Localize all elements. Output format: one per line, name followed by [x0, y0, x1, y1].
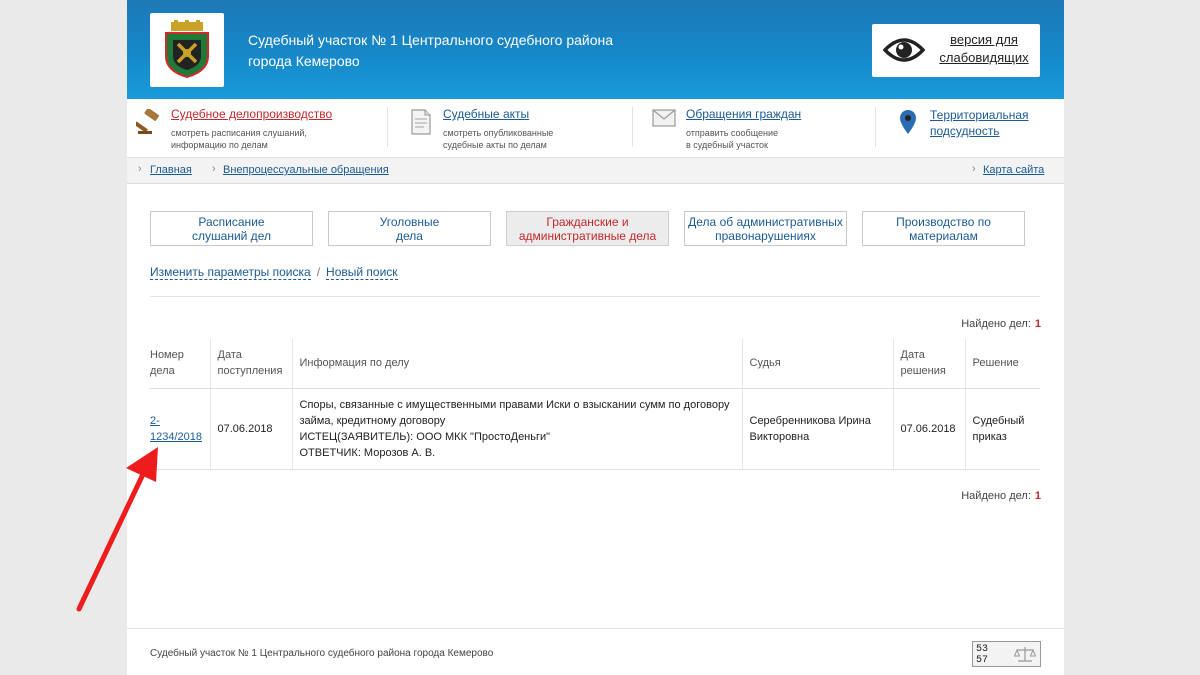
coat-of-arms-logo[interactable] [150, 13, 224, 87]
scales-icon [1014, 647, 1036, 662]
tab-hearing-schedule[interactable]: Расписание слушаний дел [150, 211, 313, 246]
low-vision-version-button[interactable]: версия для слабовидящих [872, 24, 1040, 77]
nav-divider [875, 107, 876, 147]
visit-counter-badge[interactable]: 53 57 [972, 641, 1041, 667]
case-receipt-date: 07.06.2018 [209, 388, 292, 470]
nav-title-court-acts[interactable]: Судебные акты [443, 107, 529, 121]
site-title: Судебный участок № 1 Центрального судебн… [248, 30, 613, 72]
eye-icon [883, 38, 925, 62]
case-number-part: 1234/2018 [150, 430, 202, 443]
header-text: Дата [900, 349, 925, 362]
tab-materials-proceedings[interactable]: Производство по материалам [862, 211, 1025, 246]
found-label: Найдено дел: [961, 318, 1031, 330]
case-decision-date: 07.06.2018 [892, 388, 965, 470]
found-count-bottom: Найдено дел: 1 [961, 490, 1041, 502]
col-header-receipt-date[interactable]: Дата поступления [209, 339, 292, 389]
breadcrumb-current-link[interactable]: Внепроцессуальные обращения [223, 164, 389, 176]
col-header-judge[interactable]: Судья [741, 339, 893, 389]
site-header: Судебный участок № 1 Центрального судебн… [127, 0, 1064, 99]
found-label: Найдено дел: [961, 490, 1031, 502]
breadcrumb-home-link[interactable]: Главная [150, 164, 192, 176]
divider [150, 296, 1040, 297]
case-number-part: 2- [150, 414, 160, 427]
search-links: Изменить параметры поиска / Новый поиск [150, 265, 398, 280]
tab-label-line: административные дела [518, 228, 657, 243]
nav-divider [387, 107, 388, 147]
tab-label-line: Уголовные [379, 214, 440, 229]
site-footer: Судебный участок № 1 Центрального судебн… [127, 628, 1064, 675]
header-text: Номер [150, 349, 184, 362]
case-number-link[interactable]: 2- 1234/2018 [150, 415, 202, 443]
col-header-case-number[interactable]: Номер дела [150, 339, 210, 389]
tab-criminal-cases[interactable]: Уголовные дела [328, 211, 491, 246]
table-row: 2- 1234/2018 07.06.2018 Споры, связанные … [150, 388, 1040, 470]
header-text: Дата [217, 349, 242, 362]
nav-title-citizen-appeals[interactable]: Обращения граждан [686, 107, 801, 121]
cases-table: Номер дела Дата поступления Информация по … [150, 339, 1040, 470]
case-judge: Серебренникова Ирина Викторовна [741, 388, 893, 470]
case-info-line: займа, кредитному договору [299, 414, 446, 427]
tab-label-line: дела [396, 228, 423, 243]
page: Судебный участок № 1 Центрального судебн… [127, 0, 1064, 675]
nav-title-territorial-jurisdiction[interactable]: Территориальная [930, 107, 1029, 123]
tab-admin-offenses[interactable]: Дела об административных правонарушениях [684, 211, 847, 246]
breadcrumb: › Главная › Внепроцессуальные обращения … [127, 158, 1064, 184]
tab-label-line: слушаний дел [192, 228, 271, 243]
header-text: решения [900, 365, 946, 378]
found-count: 1 [1034, 318, 1041, 330]
case-info: Споры, связанные с имущественными правам… [291, 388, 742, 470]
nav-desc-court-acts-2: судебные акты по делам [443, 140, 547, 150]
header-text: дела [150, 365, 175, 378]
low-vision-label-line2: слабовидящих [939, 50, 1029, 65]
nav-title-territorial-jurisdiction-2[interactable]: подсудность [930, 123, 1029, 139]
footer-text: Судебный участок № 1 Центрального судебн… [150, 648, 494, 659]
tab-label-line: Производство по [896, 214, 991, 229]
nav-desc-court-proceedings-2: информацию по делам [171, 140, 268, 150]
site-title-line2: города Кемерово [248, 53, 360, 69]
nav-desc-court-acts-1: смотреть опубликованные [443, 128, 554, 138]
search-links-separator: / [316, 265, 321, 279]
col-header-case-info[interactable]: Информация по делу [291, 339, 742, 389]
header-text: поступления [217, 365, 283, 378]
tab-label-line: правонарушениях [715, 228, 816, 243]
case-plaintiff: ИСТЕЦ(ЗАЯВИТЕЛЬ): ООО МКК "ПростоДеньги" [299, 430, 551, 443]
low-vision-label-line1: версия для [950, 32, 1018, 47]
nav-desc-court-proceedings-1: смотреть расписания слушаний, [171, 128, 307, 138]
decision-line: Судебный [972, 414, 1025, 427]
nav-desc-citizen-appeals-2: в судебный участок [686, 140, 768, 150]
site-title-line1: Судебный участок № 1 Центрального судебн… [248, 32, 614, 48]
tab-label-line: материалам [909, 228, 978, 243]
new-search-link[interactable]: Новый поиск [326, 265, 398, 280]
col-header-decision[interactable]: Решение [964, 339, 1040, 389]
judge-name-line: Викторовна [749, 430, 810, 443]
found-count-top: Найдено дел: 1 [961, 318, 1041, 330]
case-info-line: Споры, связанные с имущественными правам… [299, 398, 730, 411]
nav-divider [632, 107, 633, 147]
judge-name-line: Серебренникова Ирина [749, 414, 871, 427]
found-count: 1 [1034, 490, 1041, 502]
tab-label-line: Дела об административных [688, 214, 843, 229]
change-search-params-link[interactable]: Изменить параметры поиска [150, 265, 311, 280]
document-icon [408, 109, 434, 135]
tab-civil-admin-cases[interactable]: Гражданские и административные дела [506, 211, 669, 246]
coat-of-arms-icon [165, 20, 209, 78]
table-header-row: Номер дела Дата поступления Информация по … [150, 339, 1040, 389]
tab-label-line: Гражданские и [546, 214, 629, 229]
tab-label-line: Расписание [198, 214, 265, 229]
nav-desc-citizen-appeals-1: отправить сообщение [686, 128, 779, 138]
case-defendant: ОТВЕТЧИК: Морозов А. В. [299, 446, 436, 459]
case-decision: Судебный приказ [964, 388, 1040, 470]
decision-line: приказ [972, 430, 1007, 443]
main-nav: Судебное делопроизводство смотреть распи… [127, 99, 1064, 158]
gavel-icon [136, 109, 162, 135]
chevron-right-icon: › [212, 163, 216, 175]
envelope-icon [651, 109, 677, 135]
col-header-decision-date[interactable]: Дата решения [892, 339, 965, 389]
sitemap-link[interactable]: Карта сайта [983, 164, 1044, 176]
map-pin-icon [895, 109, 921, 135]
chevron-right-icon: › [138, 163, 142, 175]
chevron-right-icon: › [972, 163, 976, 175]
nav-title-court-proceedings[interactable]: Судебное делопроизводство [171, 107, 332, 121]
